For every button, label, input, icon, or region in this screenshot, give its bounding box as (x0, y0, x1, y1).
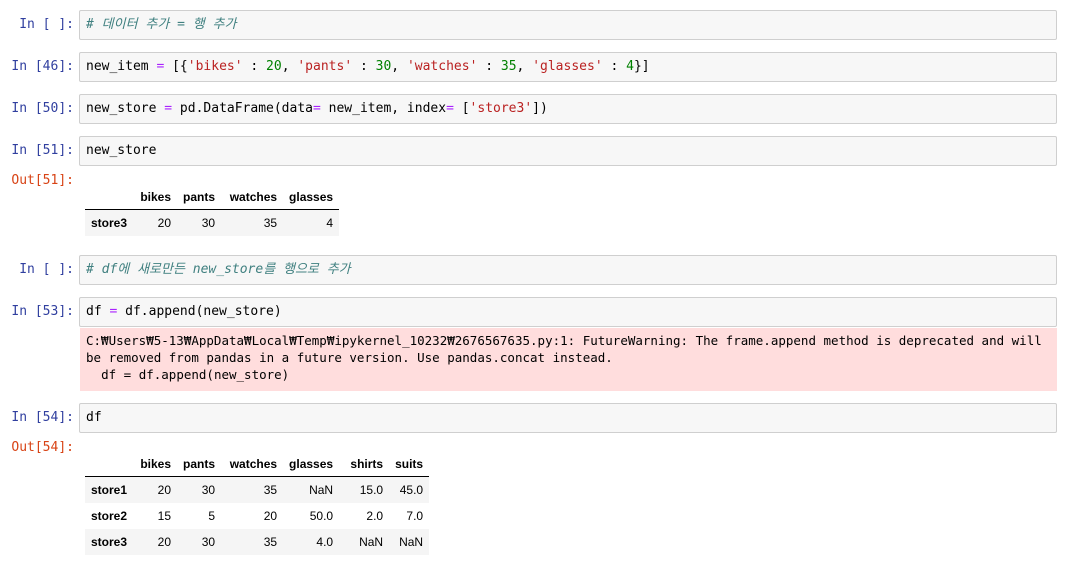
code-token: 'glasses' (532, 59, 603, 74)
code-input[interactable]: # 데이터 추가 = 행 추가 (79, 10, 1057, 40)
code-token: 4 (626, 59, 634, 74)
table-cell: NaN (309, 483, 334, 497)
table-cell: 45.0 (399, 483, 424, 497)
table-cell: NaN (359, 535, 384, 549)
code-input[interactable]: df = df.append(new_store) (79, 297, 1057, 327)
code-token: }] (633, 59, 650, 74)
code-input[interactable]: df (79, 403, 1057, 433)
table-cell: 30 (201, 535, 216, 549)
code-token: # df에 새로만든 new_store를 행으로 추가 (86, 262, 351, 277)
code-token: # 데이터 추가 = 행 추가 (86, 17, 237, 32)
code-token: 30 (375, 59, 392, 74)
code-input[interactable]: new_store (79, 136, 1057, 166)
input-prompt: In [54]: (11, 410, 74, 425)
input-prompt: In [53]: (11, 304, 74, 319)
table-row: store3 20 30 35 4 (85, 209, 340, 236)
code-token: , (281, 59, 298, 74)
column-header: glasses (283, 452, 340, 477)
row-index: store1 (91, 483, 128, 497)
code-token: pd.DataFrame(data (172, 101, 313, 116)
column-header (85, 452, 134, 477)
table-row: store2 15 5 20 50.0 2.0 7.0 (85, 503, 429, 529)
code-token: [ (453, 101, 470, 116)
table-cell: 20 (263, 509, 278, 523)
code-token: 'store3' (469, 101, 533, 116)
code-token: = (313, 101, 321, 116)
output-prompt: Out[51]: (11, 173, 74, 188)
code-token: 'watches' (406, 59, 478, 74)
input-prompt: In [ ]: (19, 17, 74, 32)
table-cell: 15 (157, 509, 172, 523)
column-header: watches (221, 185, 284, 210)
table-cell: 20 (157, 483, 172, 497)
table-cell: 35 (263, 483, 278, 497)
table-cell: 20 (157, 216, 172, 230)
table-row: store3 20 30 35 4.0 NaN NaN (85, 529, 430, 555)
column-header: pants (177, 185, 222, 210)
code-input[interactable]: # df에 새로만든 new_store를 행으로 추가 (79, 255, 1057, 285)
code-token: 20 (266, 59, 282, 74)
column-header: suits (389, 452, 430, 477)
table-cell: 30 (201, 216, 216, 230)
table-row: store1 20 30 35 NaN 15.0 45.0 (85, 476, 430, 503)
code-token: : (477, 59, 501, 74)
column-header: shirts (339, 452, 390, 477)
code-token: , (516, 59, 533, 74)
row-index: store3 (91, 535, 128, 549)
code-token: new_store (86, 101, 165, 116)
row-index: store3 (91, 216, 128, 230)
code-token: : (352, 59, 376, 74)
stderr-warning-output: C:₩Users₩5-13₩AppData₩Local₩Temp₩ipykern… (80, 328, 1057, 391)
table-cell: 7.0 (406, 509, 424, 523)
code-token: new_item, index (320, 101, 447, 116)
input-prompt: In [51]: (11, 143, 74, 158)
code-token: 'bikes' (187, 59, 243, 74)
table-cell: 2.0 (366, 509, 384, 523)
row-index: store2 (91, 509, 128, 523)
code-token: : (242, 59, 267, 74)
table-cell: 15.0 (359, 483, 384, 497)
code-token: new_store (86, 143, 157, 158)
code-input[interactable]: new_item = [{'bikes' : 20, 'pants' : 30,… (79, 52, 1057, 82)
dataframe-table-df: bikes pants watches glasses shirts suits store… (85, 452, 430, 555)
code-token: df.append(new_store) (117, 304, 282, 319)
column-header: bikes (133, 185, 178, 210)
table-cell: 5 (208, 509, 216, 523)
table-cell: 50.0 (309, 509, 334, 523)
column-header: watches (221, 452, 284, 477)
table-cell: NaN (399, 535, 424, 549)
output-prompt: Out[54]: (11, 440, 74, 455)
code-token: = (446, 101, 454, 116)
table-cell: 30 (201, 483, 216, 497)
table-cell: 4 (326, 216, 334, 230)
code-token: = (164, 101, 173, 116)
dataframe-table-new-store: bikes pants watches glasses store3 20 30 35 4 (85, 185, 340, 236)
column-header (85, 185, 134, 210)
column-header: pants (177, 452, 222, 477)
table-cell: 4.0 (316, 535, 334, 549)
code-token: df (86, 410, 102, 425)
input-prompt: In [ ]: (19, 262, 74, 277)
code-input[interactable]: new_store = pd.DataFrame(data= new_item,… (79, 94, 1057, 124)
input-prompt: In [46]: (11, 59, 74, 74)
table-cell: 20 (157, 535, 172, 549)
code-token: , (391, 59, 407, 74)
code-token: new_item (86, 59, 157, 74)
table-cell: 35 (263, 216, 278, 230)
table-cell: 35 (263, 535, 278, 549)
column-header: bikes (133, 452, 178, 477)
code-token: [{ (164, 59, 188, 74)
column-header: glasses (283, 185, 340, 210)
code-token: 'pants' (297, 59, 353, 74)
code-token: 35 (500, 59, 517, 74)
code-token: ]) (532, 101, 548, 116)
input-prompt: In [50]: (11, 101, 74, 116)
code-token: : (602, 59, 627, 74)
code-token: df (86, 304, 110, 319)
